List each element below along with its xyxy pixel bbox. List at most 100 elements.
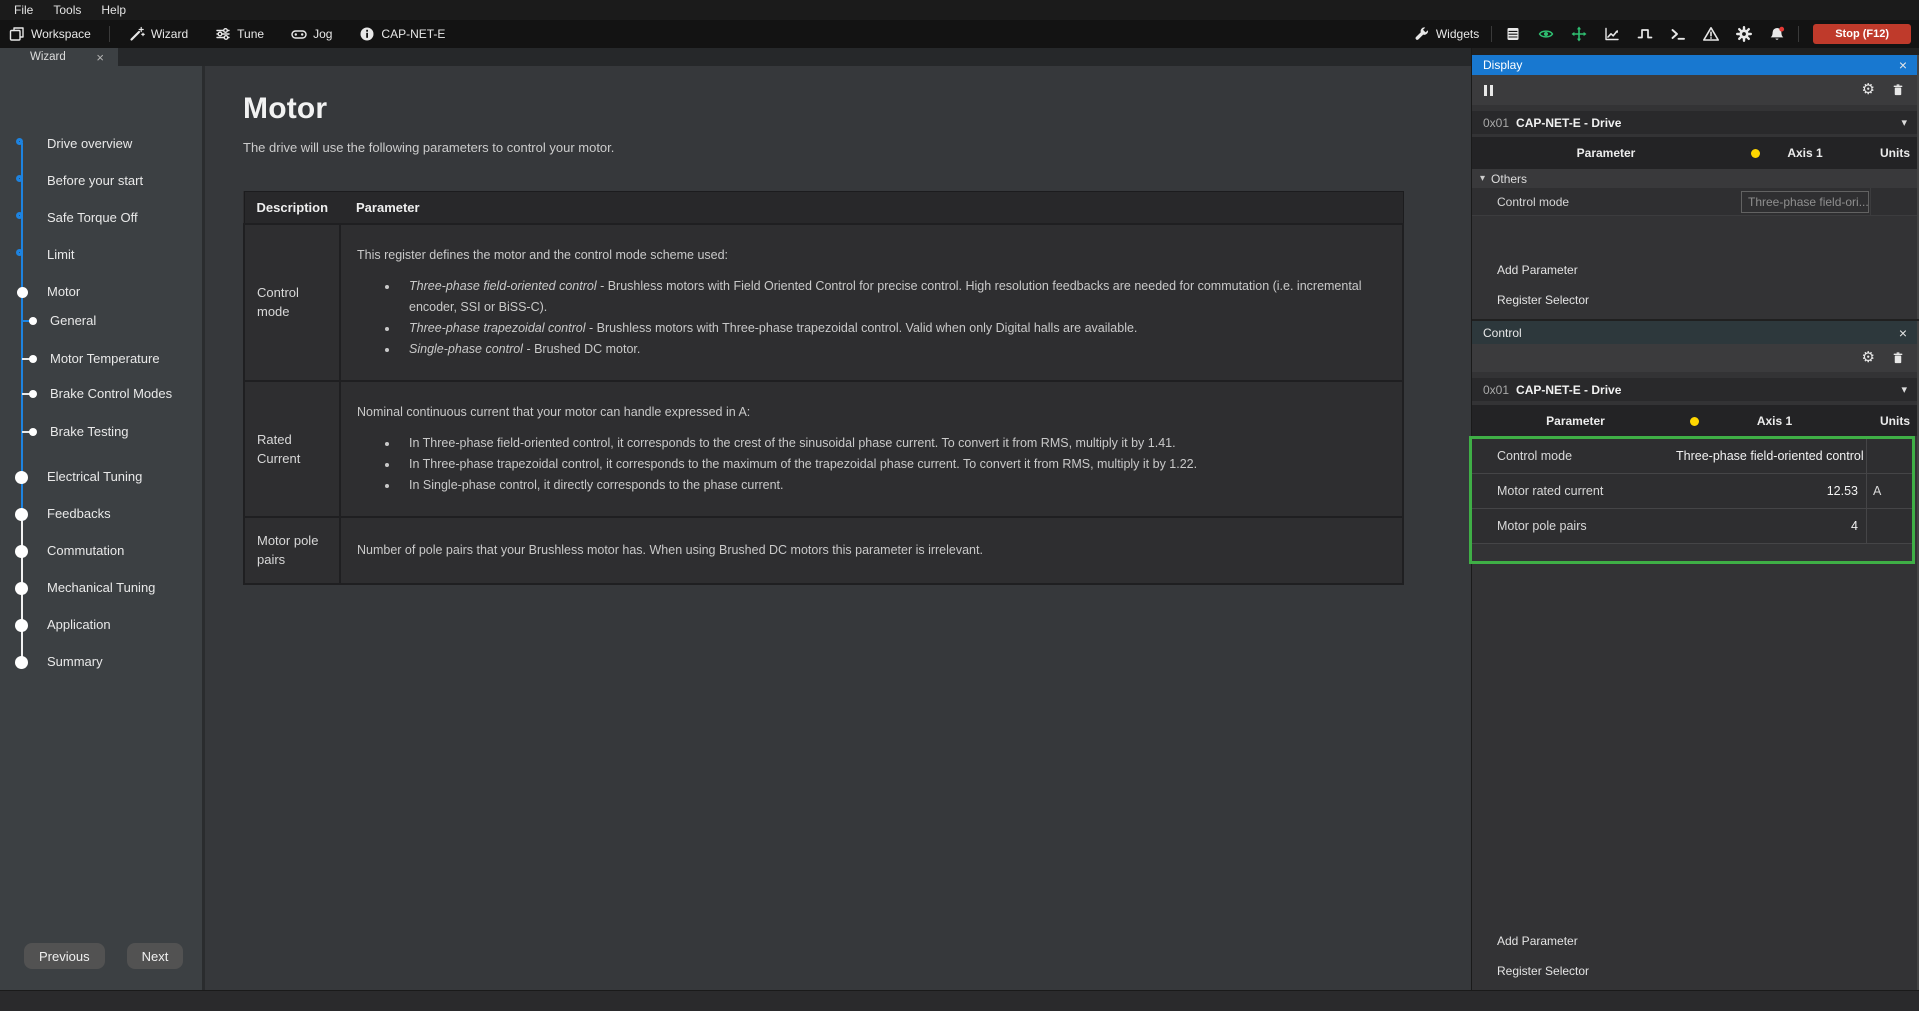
close-icon[interactable]: × [1899,57,1907,73]
device-selector[interactable]: 0x01 CAP-NET-E - Drive ▾ [1472,378,1917,401]
column-header-description: Description [244,192,340,224]
display-panel-header[interactable]: Display × [1472,55,1917,75]
display-panel-title: Display [1483,58,1522,72]
sidebar-item-mechanical-tuning[interactable]: Mechanical Tuning [0,578,202,598]
sidebar-item-feedbacks[interactable]: Feedbacks [0,504,202,524]
terminal-icon[interactable] [1669,25,1687,43]
sidebar-item-brake-control-modes[interactable]: Brake Control Modes [0,384,202,404]
menu-help[interactable]: Help [91,0,136,20]
menu-file[interactable]: File [4,0,43,20]
step-marker [15,656,28,669]
add-parameter-link[interactable]: Add Parameter [1497,263,1917,277]
sidebar-item-commutation[interactable]: Commutation [0,541,202,561]
step-marker [16,138,23,145]
step-label: Safe Torque Off [47,210,138,225]
step-label: Before your start [47,173,143,188]
motor-parameter-table: Description Parameter Control modeThis r… [243,191,1404,585]
table-icon[interactable] [1504,25,1522,43]
display-panel: Display × ⚙ 0x01 CAP-NET-E - Drive ▾ Par… [1472,55,1919,319]
sidebar-item-electrical-tuning[interactable]: Electrical Tuning [0,467,202,487]
pause-icon[interactable] [1484,85,1493,96]
wizard-button[interactable]: Wizard [128,25,188,43]
group-label: Others [1491,172,1527,186]
menu-bar: FileToolsHelp [0,0,1919,20]
jog-button[interactable]: Jog [290,25,332,43]
close-icon[interactable]: × [1899,325,1907,341]
bullet-item: In Three-phase trapezoidal control, it c… [399,454,1386,475]
eye-icon[interactable] [1537,25,1555,43]
chevron-down-icon[interactable]: ▾ [1901,383,1907,396]
bullet-item: In Three-phase field-oriented control, i… [399,433,1386,454]
group-others[interactable]: ▾ Others [1472,169,1917,188]
workspace-button[interactable]: Workspace [8,25,91,43]
toolbar-label: Tune [237,27,264,41]
header-units: Units [1870,414,1919,428]
toolbar-label: Wizard [151,27,188,41]
tab-wizard[interactable]: Wizard × [0,48,118,66]
step-label: Brake Testing [50,424,129,439]
tab-close-icon[interactable]: × [96,52,104,63]
gear-icon[interactable]: ⚙ [1862,351,1875,365]
next-button[interactable]: Next [127,943,184,969]
step-marker [29,355,37,363]
chart-icon[interactable] [1603,25,1621,43]
parameter-value-field[interactable]: Three-phase field-ori... [1741,191,1869,213]
trash-icon[interactable] [1891,351,1905,365]
trash-icon[interactable] [1891,83,1905,97]
step-label: Summary [47,654,103,669]
parameter-value-field[interactable]: 4 [1676,509,1867,543]
register-selector-link[interactable]: Register Selector [1497,293,1917,307]
control-panel: Control × ⚙ 0x01 CAP-NET-E - Drive ▾ Par… [1472,321,1919,990]
chevron-down-icon[interactable]: ▾ [1901,116,1907,129]
main-toolbar: WorkspaceWizardTuneJogCAP-NET-E Widgets … [0,20,1919,48]
stop-button[interactable]: Stop (F12) [1813,24,1911,44]
parameter-label: Motor pole pairs [1472,519,1676,533]
control-panel-header[interactable]: Control × [1472,321,1917,344]
parameter-value-field[interactable]: Three-phase field-oriented control [1676,439,1867,473]
device-selector[interactable]: 0x01 CAP-NET-E - Drive ▾ [1472,111,1917,134]
step-label: Motor Temperature [50,351,160,366]
register-selector-link[interactable]: Register Selector [1497,964,1917,978]
sidebar-item-before-your-start[interactable]: Before your start [0,171,202,191]
status-dot-yellow [1751,149,1760,158]
bullet-item: Single-phase control - Brushed DC motor. [399,339,1386,360]
step-label: Motor [47,284,80,299]
step-label: Limit [47,247,74,262]
device-id: 0x01 [1483,116,1509,130]
sidebar-item-motor-temperature[interactable]: Motor Temperature [0,349,202,369]
table-row: Rated CurrentNominal continuous current … [244,381,1403,517]
widget-panel-column: Display × ⚙ 0x01 CAP-NET-E - Drive ▾ Par… [1471,48,1919,990]
cap-net-e-button[interactable]: CAP-NET-E [358,25,445,43]
sidebar-item-general[interactable]: General [0,311,202,331]
step-marker [15,508,28,521]
gear-icon[interactable] [1735,25,1753,43]
bell-icon[interactable] [1768,25,1786,43]
sidebar-item-summary[interactable]: Summary [0,652,202,672]
sidebar-item-application[interactable]: Application [0,615,202,635]
widgets-button[interactable]: Widgets [1413,25,1479,43]
step-marker [29,390,37,398]
sidebar-item-safe-torque-off[interactable]: Safe Torque Off [0,208,202,228]
parameter-units: A [1867,484,1914,498]
step-marker [29,317,37,325]
warning-icon[interactable] [1702,25,1720,43]
sidebar-item-motor[interactable]: Motor [0,282,202,302]
device-name: CAP-NET-E - Drive [1516,383,1621,397]
step-marker [15,619,28,632]
tune-button[interactable]: Tune [214,25,264,43]
menu-tools[interactable]: Tools [43,0,91,20]
gear-icon[interactable]: ⚙ [1862,83,1875,97]
sidebar-item-limit[interactable]: Limit [0,245,202,265]
move-icon[interactable] [1570,25,1588,43]
add-parameter-link[interactable]: Add Parameter [1497,934,1917,948]
sidebar-item-drive-overview[interactable]: Drive overview [0,134,202,154]
control-parameter-row: Motor pole pairs4 [1472,509,1912,544]
parameter-value-field[interactable]: 12.53 [1676,474,1867,508]
wizard-sidebar: Previous Next Drive overview Before your … [0,66,205,990]
wave-icon[interactable] [1636,25,1654,43]
sidebar-item-brake-testing[interactable]: Brake Testing [0,422,202,442]
step-marker [16,249,23,256]
row-parameter-text: This register defines the motor and the … [340,224,1403,381]
device-id: 0x01 [1483,383,1509,397]
previous-button[interactable]: Previous [24,943,105,969]
